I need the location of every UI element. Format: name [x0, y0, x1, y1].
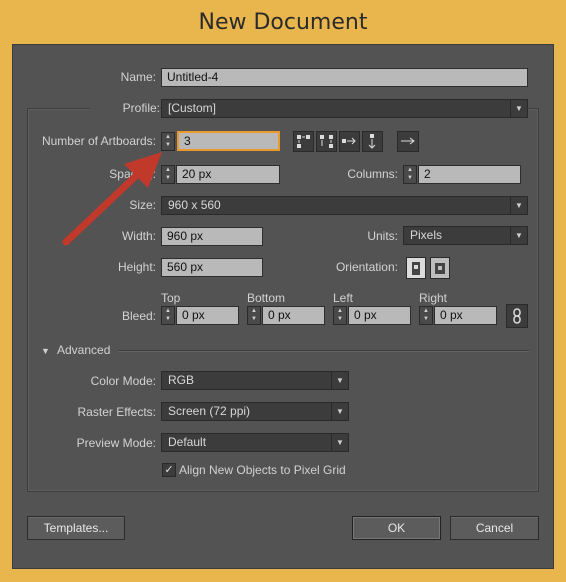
grid-by-column-icon[interactable] — [316, 131, 337, 152]
grid-by-row-icon[interactable] — [293, 131, 314, 152]
color-mode-value: RGB — [168, 373, 195, 387]
bleed-top-stepper[interactable]: ▲ ▼ — [161, 306, 175, 325]
chevron-down-icon: ▼ — [331, 403, 348, 420]
name-label: Name: — [120, 70, 156, 84]
bleed-label: Bleed: — [121, 309, 156, 323]
arrange-by-row-icon[interactable] — [339, 131, 360, 152]
units-label: Units: — [367, 229, 398, 243]
align-pixel-grid-label: Align New Objects to Pixel Grid — [179, 463, 346, 477]
bleed-bottom-stepper[interactable]: ▲ ▼ — [247, 306, 261, 325]
bleed-right-field[interactable]: 0 px — [434, 306, 497, 325]
preview-mode-label: Preview Mode: — [76, 436, 156, 450]
bleed-left-stepper[interactable]: ▲ ▼ — [333, 306, 347, 325]
width-field[interactable]: 960 px — [161, 227, 263, 246]
ok-button[interactable]: OK — [352, 516, 441, 540]
columns-field[interactable]: 2 — [418, 165, 521, 184]
chevron-down-icon: ▼ — [331, 434, 348, 451]
cancel-button[interactable]: Cancel — [450, 516, 539, 540]
preview-mode-dropdown[interactable]: Default ▼ — [161, 433, 349, 452]
raster-effects-dropdown[interactable]: Screen (72 ppi) ▼ — [161, 402, 349, 421]
bleed-left-field[interactable]: 0 px — [348, 306, 411, 325]
chevron-down-icon: ▼ — [331, 372, 348, 389]
raster-effects-value: Screen (72 ppi) — [168, 404, 251, 418]
raster-effects-label: Raster Effects: — [77, 405, 156, 419]
dialog-title: New Document — [198, 10, 368, 35]
advanced-divider — [118, 350, 529, 352]
bleed-bottom-field[interactable]: 0 px — [262, 306, 325, 325]
color-mode-dropdown[interactable]: RGB ▼ — [161, 371, 349, 390]
profile-label: Profile: — [90, 101, 160, 115]
portrait-orientation-icon[interactable] — [406, 257, 426, 279]
advanced-toggle[interactable]: Advanced — [57, 343, 110, 357]
profile-dropdown[interactable]: [Custom] ▼ — [161, 99, 528, 118]
name-field[interactable]: Untitled-4 — [161, 68, 528, 87]
units-dropdown[interactable]: Pixels ▼ — [403, 226, 528, 245]
artboards-field[interactable]: 3 — [177, 131, 280, 151]
bleed-right-stepper[interactable]: ▲ ▼ — [419, 306, 433, 325]
columns-label: Columns: — [347, 167, 398, 181]
color-mode-label: Color Mode: — [90, 374, 156, 388]
bleed-top-label: Top — [161, 291, 181, 305]
orientation-label: Orientation: — [335, 260, 398, 274]
bleed-top-field[interactable]: 0 px — [176, 306, 239, 325]
profile-value: [Custom] — [168, 101, 217, 115]
artboards-stepper[interactable]: ▲ ▼ — [161, 132, 175, 151]
chevron-down-icon: ▼ — [510, 197, 527, 214]
bleed-left-label: Left — [333, 291, 354, 305]
preview-mode-value: Default — [168, 435, 207, 449]
right-to-left-layout-icon[interactable] — [397, 131, 419, 152]
spacing-field[interactable]: 20 px — [176, 165, 280, 184]
collapse-triangle-icon[interactable]: ▼ — [41, 346, 51, 356]
height-field[interactable]: 560 px — [161, 258, 263, 277]
size-dropdown[interactable]: 960 x 560 ▼ — [161, 196, 528, 215]
annotation-arrow-icon — [62, 152, 162, 246]
columns-stepper[interactable]: ▲ ▼ — [403, 165, 417, 184]
bleed-bottom-label: Bottom — [247, 291, 286, 305]
templates-button[interactable]: Templates... — [27, 516, 125, 540]
artboards-label: Number of Artboards: — [41, 134, 156, 148]
landscape-orientation-icon[interactable] — [430, 257, 450, 279]
chevron-down-icon: ▼ — [510, 227, 527, 244]
height-label: Height: — [117, 260, 156, 274]
size-value: 960 x 560 — [168, 198, 221, 212]
units-value: Pixels — [410, 228, 443, 242]
chevron-down-icon: ▼ — [510, 100, 527, 117]
link-bleed-icon[interactable] — [506, 304, 528, 328]
align-pixel-grid-checkbox[interactable]: ✓ — [162, 463, 176, 477]
arrange-by-column-icon[interactable] — [362, 131, 383, 152]
bleed-right-label: Right — [419, 291, 448, 305]
